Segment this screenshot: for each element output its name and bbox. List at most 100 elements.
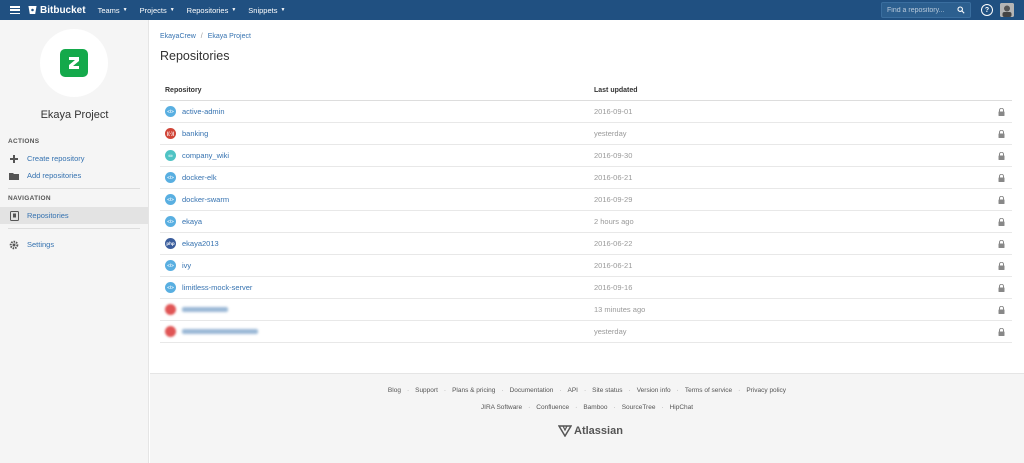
code-icon: </> [165, 216, 176, 227]
repository-link[interactable]: ekaya2013 [182, 239, 219, 248]
nav-repositories[interactable]: Repositories ▼ [187, 6, 237, 15]
footer: Blog · Support · Plans & pricing · Documentati… [150, 373, 1024, 463]
sidebar-item-repositories[interactable]: Repositories [0, 207, 148, 224]
lock-icon [998, 173, 1005, 182]
column-header-last-updated[interactable]: Last updated [594, 87, 1012, 94]
code-icon: </> [165, 194, 176, 205]
lock-icon [998, 217, 1005, 226]
user-avatar[interactable] [1000, 3, 1014, 17]
lock-icon [998, 327, 1005, 336]
sidebar-divider [8, 188, 140, 189]
create-repository-link[interactable]: Create repository [0, 150, 148, 167]
repository-link[interactable]: docker-swarm [182, 195, 229, 204]
last-updated-cell: 2016-06-21 [594, 261, 633, 270]
search-input[interactable] [887, 6, 957, 14]
add-repositories-label: Add repositories [27, 171, 82, 180]
table-row: 13 minutes ago [160, 299, 1012, 321]
footer-link[interactable]: SourceTree [622, 404, 656, 411]
repository-link[interactable]: docker-elk [182, 173, 217, 182]
repository-cell: </> docker-elk [160, 172, 594, 183]
repository-link[interactable]: ekaya [182, 217, 202, 226]
page-title: Repositories [160, 49, 230, 63]
last-updated-cell: 2016-09-29 [594, 195, 633, 204]
last-updated-cell: 2016-06-21 [594, 173, 633, 182]
atlassian-icon [558, 425, 572, 437]
footer-link[interactable]: Privacy policy [746, 387, 786, 394]
footer-links-products: JIRA Software · Confluence · Bamboo · SourceTr… [150, 404, 1024, 411]
sidebar-item-settings[interactable]: Settings [0, 236, 148, 253]
lock-icon [998, 195, 1005, 204]
nav-teams[interactable]: Teams ▼ [98, 6, 128, 15]
breadcrumb-team-link[interactable]: EkayaCrew [160, 33, 196, 40]
repository-cell: </> docker-swarm [160, 194, 594, 205]
repository-link[interactable]: banking [182, 129, 208, 138]
repository-link[interactable]: limitless-mock-server [182, 283, 252, 292]
breadcrumb-separator: / [200, 33, 203, 40]
search-icon[interactable] [957, 6, 965, 14]
last-updated-cell: 2016-09-16 [594, 283, 633, 292]
lock-icon [998, 239, 1005, 248]
repository-cell: </> ekaya [160, 216, 594, 227]
last-updated-cell: 13 minutes ago [594, 305, 646, 314]
last-updated-cell: 2 hours ago [594, 217, 634, 226]
footer-link[interactable]: Terms of service [685, 387, 732, 394]
navigation-heading: NAVIGATION [8, 195, 51, 202]
code-icon: </> [165, 106, 176, 117]
repositories-table: Repository Last updated </> active-admin 2… [160, 81, 1012, 343]
table-row: php ekaya2013 2016-06-22 [160, 233, 1012, 255]
breadcrumb-project-link[interactable]: Ekaya Project [208, 33, 251, 40]
gear-icon [9, 240, 19, 250]
lock-icon [998, 261, 1005, 270]
atlassian-label: Atlassian [574, 425, 623, 437]
footer-separator: · [528, 404, 531, 411]
repository-link[interactable] [182, 307, 228, 312]
footer-link[interactable]: API [568, 387, 578, 394]
table-row: </> ivy 2016-06-21 [160, 255, 1012, 277]
repository-link[interactable]: company_wiki [182, 151, 229, 160]
code-icon: </> [165, 260, 176, 271]
footer-link[interactable]: Site status [592, 387, 622, 394]
lock-icon [998, 151, 1005, 160]
footer-separator: · [628, 387, 631, 394]
project-avatar[interactable] [40, 29, 108, 97]
nav-snippets[interactable]: Snippets ▼ [248, 6, 285, 15]
footer-link[interactable]: Support [415, 387, 438, 394]
footer-link[interactable]: Documentation [510, 387, 554, 394]
footer-link[interactable]: Confluence [536, 404, 569, 411]
repository-cell: ▭ company_wiki [160, 150, 594, 161]
footer-link[interactable]: HipChat [670, 404, 693, 411]
lock-icon [998, 107, 1005, 116]
repository-link[interactable]: ivy [182, 261, 191, 270]
footer-link[interactable]: Plans & pricing [452, 387, 495, 394]
column-header-repository[interactable]: Repository [160, 87, 594, 94]
atlassian-logo[interactable]: Atlassian [558, 425, 623, 437]
table-row: </> active-admin 2016-09-01 [160, 101, 1012, 123]
nav-projects[interactable]: Projects ▼ [140, 6, 175, 15]
last-updated-cell: 2016-09-01 [594, 107, 633, 116]
repository-link[interactable] [182, 329, 258, 334]
menu-icon[interactable] [10, 6, 20, 14]
footer-separator: · [676, 387, 679, 394]
footer-separator: · [583, 387, 587, 394]
sidebar-item-settings-label: Settings [27, 240, 55, 249]
repository-cell: ((·)) banking [160, 128, 594, 139]
footer-separator: · [559, 387, 562, 394]
wifi-icon: ((·)) [165, 128, 176, 139]
footer-link[interactable]: JIRA Software [481, 404, 522, 411]
repository-link[interactable]: active-admin [182, 107, 225, 116]
last-updated-cell: yesterday [594, 327, 627, 336]
footer-link[interactable]: Bamboo [583, 404, 607, 411]
table-row: ((·)) banking yesterday [160, 123, 1012, 145]
bitbucket-logo[interactable]: Bitbucket [28, 5, 86, 16]
add-repositories-link[interactable]: Add repositories [0, 167, 148, 184]
footer-link[interactable]: Blog [388, 387, 401, 394]
table-row: </> limitless-mock-server 2016-09-16 [160, 277, 1012, 299]
lock-icon [998, 305, 1005, 314]
footer-separator: · [575, 404, 578, 411]
help-icon[interactable]: ? [981, 4, 993, 16]
nav-teams-label: Teams [97, 5, 120, 15]
bitbucket-icon [28, 5, 37, 15]
blurred-icon [165, 304, 176, 315]
footer-link[interactable]: Version info [637, 387, 671, 394]
repository-cell [160, 304, 594, 315]
